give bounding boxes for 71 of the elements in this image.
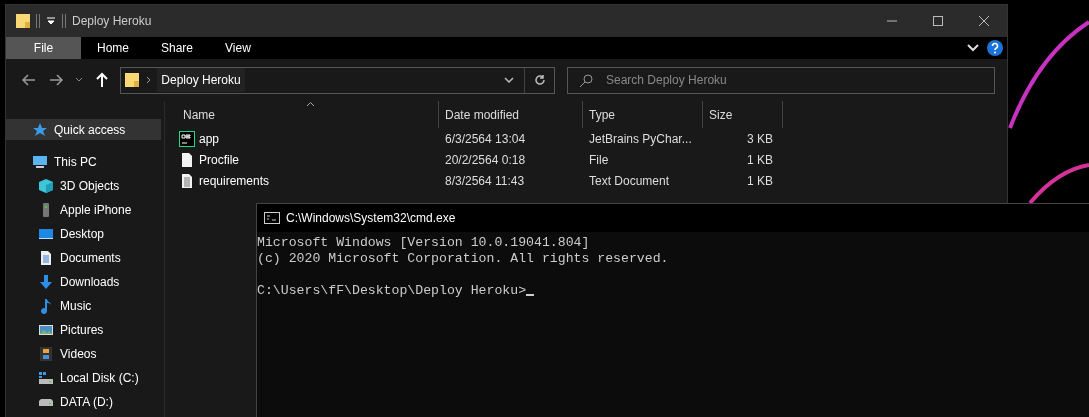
computer-icon	[32, 154, 48, 170]
drive-icon	[38, 398, 54, 406]
column-header[interactable]: Date modified	[439, 101, 583, 128]
expand-ribbon-icon[interactable]	[967, 44, 979, 52]
terminal-icon	[264, 212, 280, 224]
ribbon-tab[interactable]: Share	[145, 37, 210, 59]
ribbon-tab[interactable]: Home	[81, 37, 145, 59]
text-file-icon	[179, 172, 195, 189]
cube-icon	[38, 178, 54, 194]
ribbon-tab[interactable]: File	[6, 37, 81, 59]
table-cell-text: 3 KB	[746, 131, 774, 146]
file-name[interactable]: Procfile	[177, 150, 245, 169]
nav-item[interactable]: Pictures	[6, 318, 161, 342]
file-name[interactable]: requirements	[177, 171, 276, 190]
document-icon	[38, 250, 54, 266]
search-icon	[579, 73, 593, 88]
folder-icon	[16, 13, 30, 29]
column-header[interactable]: Type	[583, 101, 703, 128]
chevron-down-icon[interactable]	[504, 77, 514, 83]
nav-item[interactable]: Downloads	[6, 270, 161, 294]
terminal-output: Microsoft Windows [Version 10.0.19041.804]	[257, 235, 591, 251]
sort-caret-icon	[306, 101, 315, 107]
close-icon[interactable]	[978, 15, 990, 27]
address-bar[interactable]: Deploy Heroku	[120, 66, 555, 94]
music-note-icon	[38, 298, 54, 314]
search-field[interactable]: Search Deploy Heroku	[567, 66, 995, 94]
pycharm-file-icon	[179, 130, 195, 147]
nav-item[interactable]: Local Disk (C:)	[6, 366, 161, 390]
maximize-icon[interactable]	[932, 15, 944, 27]
table-cell-text: Text Document	[588, 173, 671, 188]
minimize-icon[interactable]	[886, 20, 898, 22]
nav-item[interactable]: Videos	[6, 342, 161, 366]
nav-item[interactable]: Quick access	[6, 119, 161, 140]
table-cell-text: JetBrains PyChar...	[588, 131, 693, 146]
table-cell-text: 1 KB	[746, 152, 774, 167]
picture-frame-icon	[38, 322, 54, 338]
download-arrow-icon	[38, 274, 54, 290]
column-header[interactable]: Size	[703, 101, 783, 128]
nav-item[interactable]: This PC	[6, 150, 161, 174]
desktop-icon	[38, 226, 54, 242]
table-cell-text: 6/3/2564 13:04	[444, 131, 527, 146]
terminal-output: (c) 2020 Microsoft Corporation. All rights reserved.	[257, 251, 670, 267]
breadcrumb[interactable]: Deploy Heroku	[157, 68, 245, 92]
window-title: C:\Windows\System32\cmd.exe	[286, 211, 456, 225]
drive-icon	[38, 370, 54, 386]
ribbon-tab[interactable]: View	[209, 37, 267, 59]
table-cell-text: 8/3/2564 11:43	[444, 173, 526, 188]
file-icon	[179, 151, 195, 168]
forward-arrow-icon[interactable]	[48, 72, 65, 88]
nav-item[interactable]: DATA (D:)	[6, 390, 161, 414]
column-header[interactable]: Name	[177, 101, 439, 128]
table-cell-text: 1 KB	[746, 173, 774, 188]
film-icon	[38, 346, 54, 362]
text-cursor	[526, 294, 535, 296]
customize-dropdown-icon[interactable]	[46, 16, 56, 26]
refresh-icon[interactable]	[533, 74, 546, 86]
back-arrow-icon[interactable]	[20, 72, 37, 88]
help-icon[interactable]	[987, 40, 1003, 56]
nav-item[interactable]: Music	[6, 294, 161, 318]
chevron-down-icon[interactable]	[74, 77, 83, 83]
folder-icon	[125, 72, 140, 88]
star-icon	[32, 121, 48, 138]
nav-item[interactable]: Desktop	[6, 222, 161, 246]
table-cell-text: File	[588, 152, 610, 167]
window-title: Deploy Heroku	[72, 14, 152, 28]
nav-item[interactable]: 3D Objects	[6, 174, 161, 198]
command-prompt: C:\Users\fF\Desktop\Deploy Heroku>	[257, 283, 527, 299]
nav-item[interactable]: Documents	[6, 246, 161, 270]
table-cell-text: 20/2/2564 0:18	[444, 152, 527, 167]
nav-item[interactable]: Apple iPhone	[6, 198, 161, 222]
file-name[interactable]: app	[177, 129, 226, 148]
